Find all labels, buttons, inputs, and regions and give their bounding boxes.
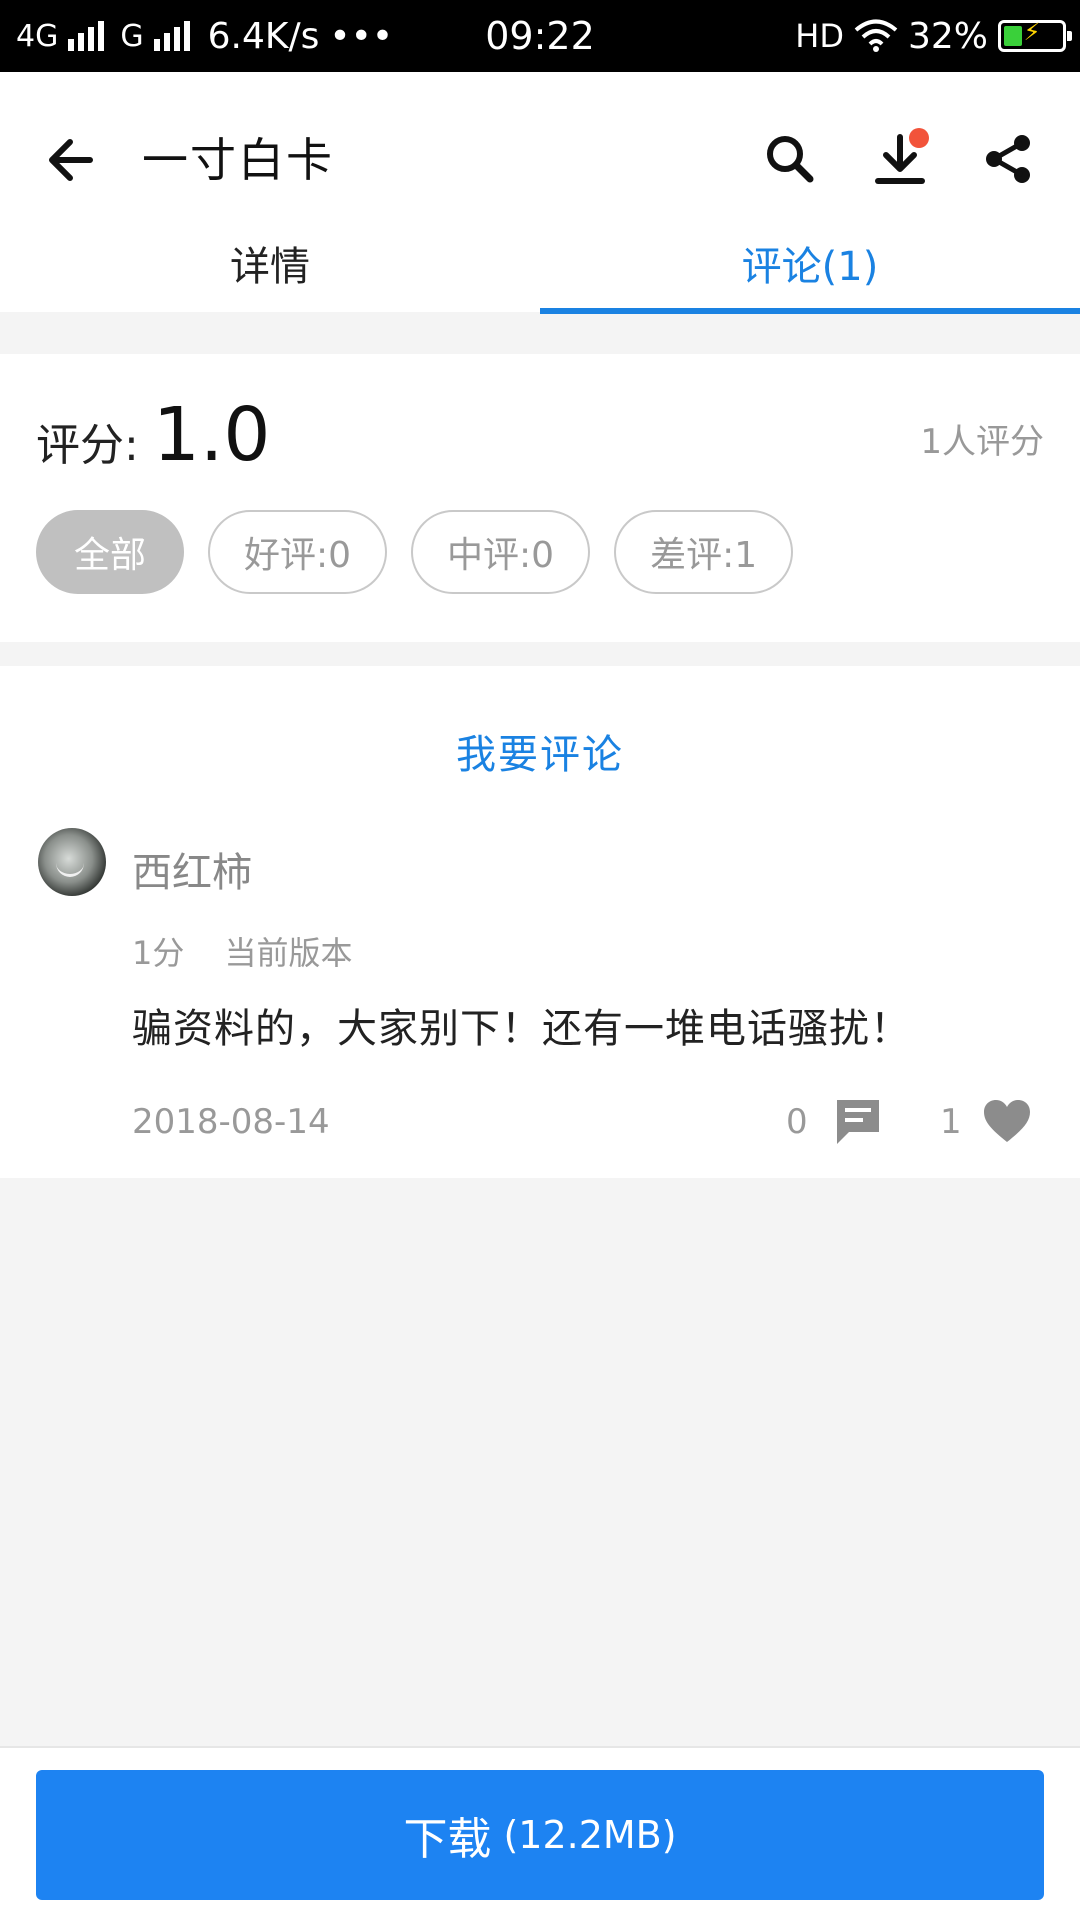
tab-comments[interactable]: 评论(1) bbox=[540, 232, 1080, 314]
comment-score: 1分 bbox=[132, 934, 185, 972]
reply-count: 0 bbox=[786, 1102, 808, 1142]
more-dots: ••• bbox=[329, 15, 394, 57]
write-comment-button[interactable]: 我要评论 bbox=[0, 722, 1080, 780]
comment-date: 2018-08-14 bbox=[132, 1102, 330, 1142]
network-speed: 6.4K/s bbox=[207, 15, 320, 57]
filter-neutral[interactable]: 中评:0 bbox=[411, 510, 591, 594]
tab-bar: 详情 评论(1) bbox=[0, 232, 1080, 314]
rating-filters: 全部 好评:0 中评:0 差评:1 bbox=[36, 510, 794, 594]
page-title: 一寸白卡 bbox=[142, 133, 334, 187]
tab-details[interactable]: 详情 bbox=[0, 232, 540, 312]
network-type-secondary: G bbox=[120, 18, 144, 54]
comment-meta: 1分 当前版本 bbox=[132, 928, 353, 974]
wifi-icon bbox=[854, 19, 898, 52]
battery-icon: ⚡ bbox=[998, 18, 1072, 52]
rating-summary: 评分: 1.0 1人评分 全部 好评:0 中评:0 差评:1 bbox=[0, 354, 1080, 642]
download-button[interactable]: 下载 (12.2MB) bbox=[36, 1770, 1044, 1900]
network-type-primary: 4G bbox=[16, 18, 59, 54]
score-label: 评分: bbox=[36, 420, 139, 471]
avatar[interactable] bbox=[38, 828, 106, 896]
comments-section: 我要评论 西红柿 1分 当前版本 骗资料的，大家别下！还有一堆电话骚扰！ 201… bbox=[0, 666, 1080, 1178]
comment-text: 骗资料的，大家别下！还有一堆电话骚扰！ bbox=[132, 1006, 911, 1052]
bottom-bar: 下载 (12.2MB) bbox=[0, 1746, 1080, 1920]
score-value: 1.0 bbox=[152, 392, 271, 478]
status-bar: 4G G 6.4K/s ••• 09:22 HD 32% ⚡ bbox=[0, 0, 1080, 72]
download-size: (12.2MB) bbox=[503, 1813, 677, 1857]
hd-badge: HD bbox=[795, 17, 844, 55]
status-right: HD 32% ⚡ bbox=[795, 0, 1072, 72]
score-row: 评分: 1.0 bbox=[36, 392, 271, 478]
comment-username[interactable]: 西红柿 bbox=[132, 840, 252, 898]
heart-icon bbox=[984, 1100, 1030, 1142]
app-header: 一寸白卡 详情 评论(1) bbox=[0, 72, 1080, 314]
comment-version: 当前版本 bbox=[224, 934, 353, 972]
share-icon bbox=[986, 135, 1030, 183]
share-button[interactable] bbox=[973, 124, 1043, 194]
back-arrow-icon bbox=[49, 139, 93, 181]
status-left: 4G G 6.4K/s ••• bbox=[16, 0, 393, 72]
filter-negative[interactable]: 差评:1 bbox=[614, 510, 794, 594]
reply-button[interactable] bbox=[833, 1096, 883, 1148]
comment-bubble-icon bbox=[837, 1100, 879, 1144]
search-button[interactable] bbox=[755, 124, 825, 194]
charging-icon: ⚡ bbox=[1023, 18, 1041, 46]
filter-positive[interactable]: 好评:0 bbox=[208, 510, 388, 594]
back-button[interactable] bbox=[40, 128, 104, 192]
battery-percent: 32% bbox=[907, 15, 988, 57]
download-manager-button[interactable] bbox=[865, 124, 935, 194]
signal-icon bbox=[153, 21, 190, 51]
like-button[interactable] bbox=[982, 1098, 1032, 1144]
download-label: 下载 bbox=[403, 1814, 492, 1865]
search-icon bbox=[767, 136, 814, 183]
filter-all[interactable]: 全部 bbox=[36, 510, 184, 594]
notification-dot bbox=[909, 128, 929, 148]
like-count: 1 bbox=[940, 1102, 962, 1142]
signal-icon bbox=[68, 21, 105, 51]
rater-count: 1人评分 bbox=[920, 422, 1044, 462]
